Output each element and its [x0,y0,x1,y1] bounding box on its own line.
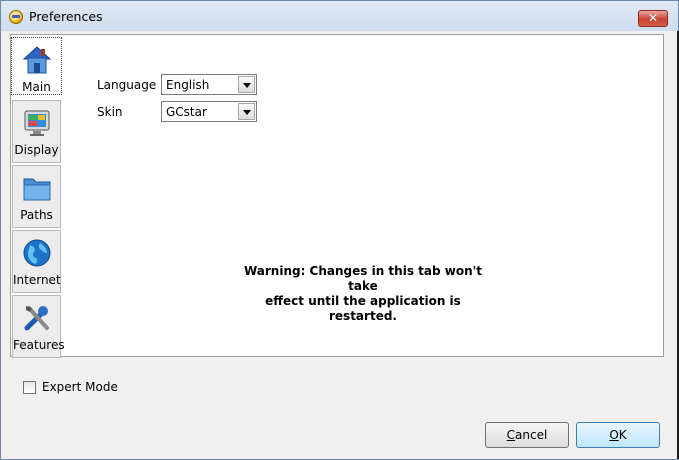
monitor-icon [24,110,49,136]
cancel-button[interactable]: Cancel [485,422,569,448]
skin-select[interactable]: GCstar [161,101,257,122]
restart-warning: Warning: Changes in this tab won't take … [233,264,493,324]
ok-mnemonic: O [609,428,619,442]
expert-mode-label: Expert Mode [42,380,118,394]
tab-display-label: Display [14,143,59,157]
tools-icon [24,306,49,331]
cancel-mnemonic: C [506,428,516,442]
language-value: English [166,78,210,92]
skin-value: GCstar [166,105,207,119]
language-label: Language [97,78,157,92]
skin-label: Skin [97,105,123,119]
ok-button[interactable]: OK [576,422,660,448]
chevron-down-icon[interactable] [238,76,255,93]
expert-mode-checkbox[interactable] [23,381,36,394]
language-select[interactable]: English [161,74,257,95]
tab-internet[interactable]: Internet [12,230,61,293]
house-icon [22,46,51,74]
warning-line-2: effect until the application is restarte… [265,294,461,323]
tab-strip: Main Display Paths Internet Features [10,37,65,358]
window-title: Preferences [29,9,103,24]
tab-internet-label: Internet [13,273,61,287]
title-bar[interactable]: Preferences ✕ [1,1,678,31]
tab-paths-label: Paths [20,208,53,222]
warning-line-1: Warning: Changes in this tab won't take [243,264,483,293]
app-icon [9,10,23,24]
folder-icon [23,178,50,201]
cancel-label-rest: ancel [515,428,548,442]
globe-icon [23,239,50,267]
tab-features-label: Features [13,338,65,352]
chevron-down-icon[interactable] [238,103,255,120]
tab-display[interactable]: Display [12,100,61,163]
tab-features[interactable]: Features [12,295,65,358]
preferences-window: Preferences ✕ Language English Skin GCst… [0,0,679,460]
tab-main[interactable]: Main [11,37,62,95]
ok-label-rest: K [618,428,627,442]
close-button[interactable]: ✕ [638,10,668,27]
tab-paths[interactable]: Paths [12,165,61,228]
tab-main-label: Main [22,80,51,94]
